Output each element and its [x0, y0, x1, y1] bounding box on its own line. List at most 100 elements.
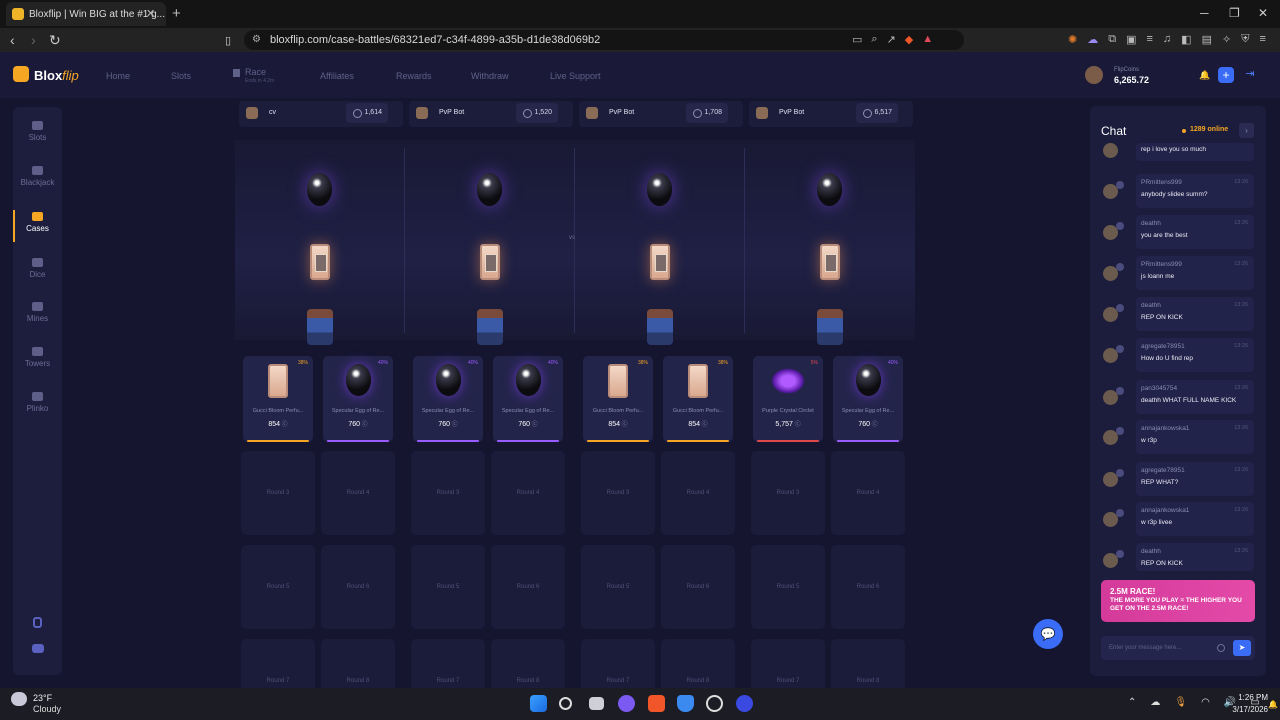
drop-card[interactable]: 40% Specular Egg of Re... 760: [413, 356, 483, 442]
nav-race[interactable]: Race: [245, 67, 266, 77]
weather-icon[interactable]: [11, 692, 27, 706]
reload-icon[interactable]: ↻: [49, 32, 61, 49]
weather-condition[interactable]: Cloudy: [33, 704, 61, 714]
site-info-icon[interactable]: ⚙: [252, 34, 261, 45]
player-avatar[interactable]: [246, 107, 258, 119]
sidebar-item-mines[interactable]: Mines: [13, 302, 62, 323]
notification-bell-icon[interactable]: 🔔: [1196, 67, 1214, 83]
clock-date[interactable]: 3/17/2026: [1228, 705, 1268, 714]
sidebar-item-towers[interactable]: Towers: [13, 347, 62, 368]
bookmark-icon[interactable]: ▯: [225, 34, 231, 47]
message-username[interactable]: PRmittens999: [1141, 261, 1182, 268]
zoom-icon[interactable]: ⌕: [871, 33, 877, 46]
extension-2-icon[interactable]: ☁: [1087, 33, 1098, 46]
message-username[interactable]: agregate78951: [1141, 343, 1185, 350]
music-icon[interactable]: ♫: [1163, 33, 1171, 46]
close-tab-icon[interactable]: ✕: [146, 7, 155, 20]
wifi-icon[interactable]: ◠: [1201, 697, 1210, 708]
onedrive-icon[interactable]: ☁: [1150, 697, 1160, 708]
browser-tab[interactable]: Bloxflip | Win BIG at the #1 g...: [6, 2, 166, 26]
sidebar-item-cases[interactable]: Cases: [13, 212, 62, 233]
message-username[interactable]: deathh: [1141, 220, 1161, 227]
nav-live-support[interactable]: Live Support: [550, 71, 601, 81]
coins-balance[interactable]: 6,265.72: [1114, 75, 1149, 85]
sidebar-item-plinko[interactable]: Plinko: [13, 392, 62, 413]
message-username[interactable]: annajankowska1: [1141, 507, 1189, 514]
extension-5-icon[interactable]: ≡: [1146, 33, 1152, 46]
url-text[interactable]: bloxflip.com/case-battles/68321ed7-c34f-…: [270, 34, 600, 46]
message-username[interactable]: agregate78951: [1141, 467, 1185, 474]
drop-card[interactable]: 38% Gucci Bloom Perfu... 854: [583, 356, 653, 442]
clock-time[interactable]: 1:26 PM: [1228, 693, 1268, 702]
message-username[interactable]: annajankowska1: [1141, 425, 1189, 432]
user-avatar[interactable]: [1085, 66, 1103, 84]
deposit-button[interactable]: +: [1218, 67, 1234, 83]
chat-avatar[interactable]: [1103, 143, 1118, 158]
minimize-icon[interactable]: ─: [1200, 6, 1209, 20]
drop-card[interactable]: 5% Purple Crystal Circlet 5,757: [753, 356, 823, 442]
discord-app-icon[interactable]: [618, 695, 635, 712]
nav-withdraw[interactable]: Withdraw: [471, 71, 509, 81]
sidebar-item-slots[interactable]: Slots: [13, 121, 62, 142]
player-avatar[interactable]: [586, 107, 598, 119]
task-view-icon[interactable]: [589, 697, 604, 710]
wallet-icon[interactable]: ▤: [1202, 33, 1212, 46]
logo-icon[interactable]: [13, 66, 29, 82]
sidebar-toggle-icon[interactable]: ◧: [1181, 33, 1191, 46]
logo[interactable]: Bloxflip: [34, 68, 79, 83]
player-avatar[interactable]: [756, 107, 768, 119]
extension-3-icon[interactable]: ⧉: [1108, 33, 1116, 46]
message-username[interactable]: deathh: [1141, 548, 1161, 555]
player-name[interactable]: cv: [269, 109, 276, 116]
mic-icon[interactable]: 🎙: [1174, 697, 1187, 708]
login-icon[interactable]: ⇥: [1242, 67, 1258, 83]
player-name[interactable]: PvP Bot: [609, 109, 634, 116]
collapse-chat-icon[interactable]: ›: [1239, 123, 1254, 138]
player-avatar[interactable]: [416, 107, 428, 119]
nav-slots[interactable]: Slots: [171, 71, 191, 81]
search-icon[interactable]: [559, 697, 572, 710]
drop-card[interactable]: 40% Specular Egg of Re... 760: [323, 356, 393, 442]
weather-temp[interactable]: 23°F: [33, 693, 52, 703]
message-username[interactable]: pan3045754: [1141, 385, 1177, 392]
player-name[interactable]: PvP Bot: [779, 109, 804, 116]
start-icon[interactable]: [530, 695, 547, 712]
chevron-up-icon[interactable]: ⌃: [1128, 697, 1136, 708]
forward-icon[interactable]: ›: [31, 32, 36, 48]
send-button[interactable]: ➤: [1233, 640, 1251, 656]
menu-icon[interactable]: ≡: [1259, 33, 1265, 46]
extension-1-icon[interactable]: ✺: [1068, 33, 1077, 46]
extension-4-icon[interactable]: ▣: [1126, 33, 1136, 46]
drop-card[interactable]: 38% Gucci Bloom Perfu... 854: [663, 356, 733, 442]
app-icon[interactable]: [736, 695, 753, 712]
nav-home[interactable]: Home: [106, 71, 130, 81]
shield-icon[interactable]: [33, 617, 42, 628]
notifications-icon[interactable]: 🔔: [1268, 700, 1278, 709]
message-username[interactable]: PRmittens999: [1141, 179, 1182, 186]
brave-shield-icon[interactable]: ◆: [905, 33, 913, 46]
share-icon[interactable]: ↗: [887, 33, 896, 46]
chat-bubble-icon[interactable]: 💬: [1033, 619, 1063, 649]
drop-card[interactable]: 40% Specular Egg of Re... 760: [833, 356, 903, 442]
message-username[interactable]: deathh: [1141, 302, 1161, 309]
defender-icon[interactable]: [677, 695, 694, 712]
nav-affiliates[interactable]: Affiliates: [320, 71, 354, 81]
close-window-icon[interactable]: ✕: [1258, 6, 1268, 20]
vpn-icon[interactable]: ⛨: [1241, 33, 1249, 46]
drop-card[interactable]: 40% Specular Egg of Re... 760: [493, 356, 563, 442]
drop-card[interactable]: 38% Gucci Bloom Perfu... 854: [243, 356, 313, 442]
maximize-icon[interactable]: ❐: [1229, 6, 1240, 20]
steam-icon[interactable]: [706, 695, 723, 712]
leo-icon[interactable]: ✧: [1222, 33, 1231, 46]
brave-browser-icon[interactable]: [648, 695, 665, 712]
back-icon[interactable]: ‹: [10, 32, 15, 48]
discord-icon[interactable]: [32, 644, 44, 653]
sidebar-item-blackjack[interactable]: Blackjack: [13, 166, 62, 187]
brave-rewards-icon[interactable]: ▲: [922, 33, 933, 46]
player-name[interactable]: PvP Bot: [439, 109, 464, 116]
nav-rewards[interactable]: Rewards: [396, 71, 432, 81]
sidebar-item-dice[interactable]: Dice: [13, 258, 62, 279]
new-tab-icon[interactable]: +: [172, 5, 181, 22]
emoji-icon[interactable]: [1217, 644, 1225, 652]
cast-icon[interactable]: ▭: [852, 33, 862, 46]
